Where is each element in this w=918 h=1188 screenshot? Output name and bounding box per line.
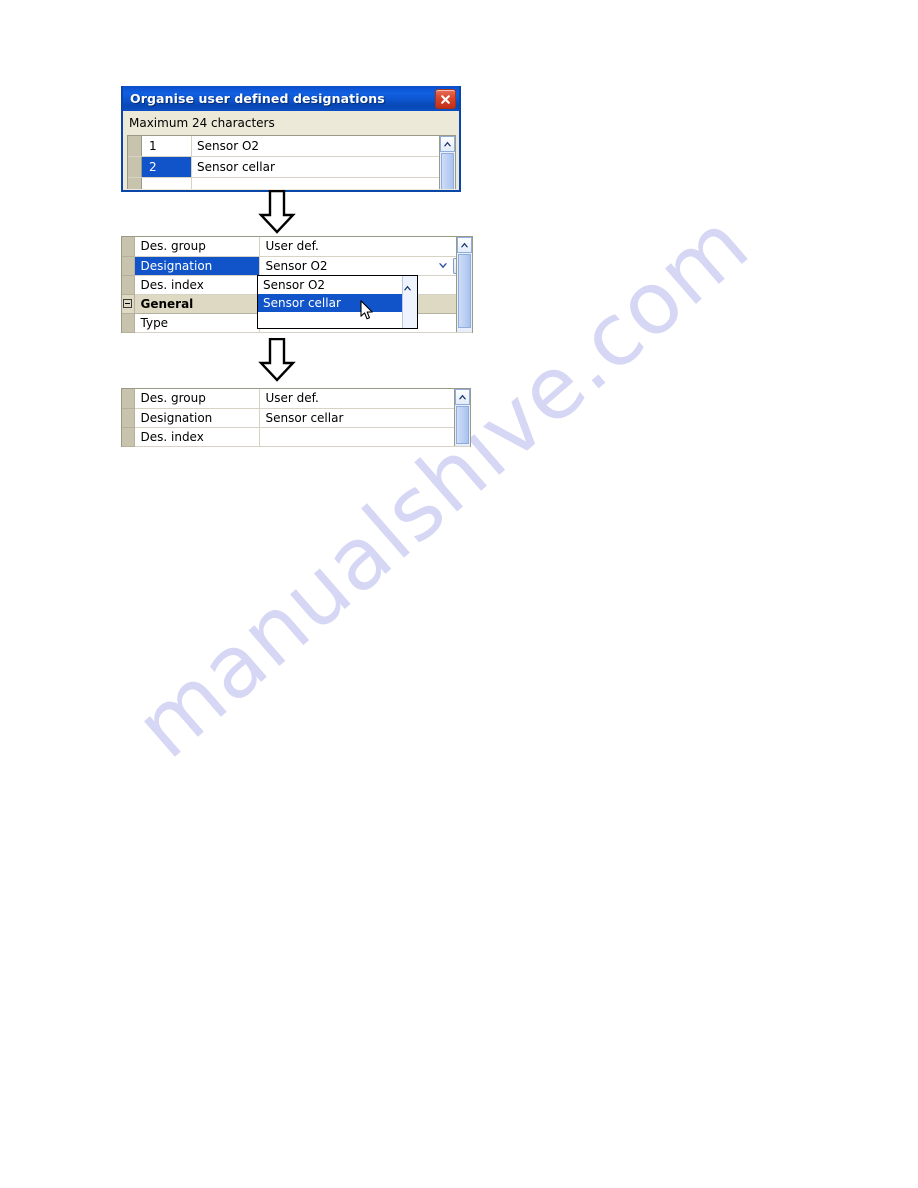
max-characters-hint: Maximum 24 characters	[129, 116, 275, 130]
grid-scrollbar[interactable]	[456, 237, 472, 332]
row-gutter	[122, 256, 135, 276]
property-label: Des. index	[134, 275, 260, 295]
property-row-des-group[interactable]: Des. group User def.	[122, 237, 472, 257]
property-table: Des. group User def. Designation Sensor …	[122, 389, 470, 447]
row-gutter	[128, 156, 142, 178]
property-value[interactable]: User def.	[259, 389, 470, 409]
down-block-arrow	[257, 338, 297, 382]
property-grid-result: Des. group User def. Designation Sensor …	[121, 388, 471, 447]
list-scrollbar[interactable]	[439, 136, 455, 189]
chevron-down-icon[interactable]	[435, 259, 450, 273]
row-number: 1	[141, 136, 192, 157]
property-value[interactable]	[259, 427, 470, 447]
property-row-des-group[interactable]: Des. group User def.	[122, 389, 470, 409]
row-designation[interactable]: Sensor cellar	[191, 156, 455, 178]
scroll-up-arrow-icon[interactable]	[440, 136, 455, 152]
row-gutter	[128, 177, 142, 189]
row-designation[interactable]: Sensor O2	[191, 136, 455, 157]
dialog-title-bar: Organise user defined designations	[123, 86, 459, 111]
row-number: 2	[141, 156, 192, 178]
designation-dropdown-list[interactable]: Sensor O2 Sensor cellar	[257, 275, 418, 329]
designation-current-value: Sensor O2	[265, 258, 328, 273]
property-label: Designation	[134, 408, 260, 428]
property-row-designation[interactable]: Designation Sensor O2 ...	[122, 256, 472, 276]
scrollbar-thumb[interactable]	[456, 406, 469, 444]
row-gutter	[122, 408, 135, 428]
property-label: Des. group	[134, 389, 260, 409]
down-block-arrow	[257, 190, 297, 234]
scrollbar-thumb[interactable]	[441, 153, 454, 189]
group-label: General	[134, 294, 260, 314]
row-gutter	[122, 237, 135, 257]
dialog-title: Organise user defined designations	[130, 91, 385, 106]
property-label: Designation	[134, 256, 260, 276]
property-label: Type	[134, 313, 260, 333]
dropdown-option[interactable]: Sensor O2	[258, 276, 417, 294]
grid-scrollbar[interactable]	[454, 389, 470, 446]
property-row-des-index[interactable]: Des. index	[122, 427, 470, 447]
scroll-up-arrow-icon[interactable]	[457, 237, 472, 253]
scrollbar-thumb[interactable]	[458, 254, 471, 328]
table-row[interactable]: 1 Sensor O2	[128, 136, 455, 157]
row-gutter	[122, 427, 135, 447]
close-icon[interactable]	[435, 89, 456, 109]
property-label: Des. index	[134, 427, 260, 447]
row-gutter	[122, 389, 135, 409]
collapse-minus-icon[interactable]	[123, 298, 132, 308]
table-row[interactable]	[128, 177, 455, 189]
property-value[interactable]: User def.	[259, 237, 472, 257]
scroll-up-arrow-icon[interactable]	[455, 389, 470, 405]
property-label: Des. group	[134, 237, 260, 257]
row-number	[141, 177, 192, 189]
mouse-cursor-icon	[360, 300, 374, 321]
property-value-designation[interactable]: Sensor O2 ...	[259, 256, 472, 276]
row-designation[interactable]	[191, 177, 455, 189]
property-value[interactable]: Sensor cellar	[259, 408, 470, 428]
designations-table: 1 Sensor O2 2 Sensor cellar	[128, 136, 455, 189]
dialog-subtitle-bar: Maximum 24 characters	[123, 111, 459, 135]
row-gutter	[122, 294, 135, 314]
dropdown-option-empty[interactable]	[258, 312, 417, 328]
table-row[interactable]: 2 Sensor cellar	[128, 156, 455, 178]
scroll-up-arrow-icon[interactable]	[403, 276, 417, 291]
row-gutter	[128, 136, 142, 157]
row-gutter	[122, 275, 135, 295]
organise-designations-dialog: Organise user defined designations Maxim…	[121, 86, 461, 192]
dropdown-option[interactable]: Sensor cellar	[258, 294, 417, 312]
row-gutter	[122, 313, 135, 333]
scrollbar-thumb[interactable]	[403, 291, 417, 327]
dropdown-scrollbar[interactable]	[402, 276, 417, 328]
designations-list: 1 Sensor O2 2 Sensor cellar	[127, 135, 456, 189]
property-row-designation[interactable]: Designation Sensor cellar	[122, 408, 470, 428]
